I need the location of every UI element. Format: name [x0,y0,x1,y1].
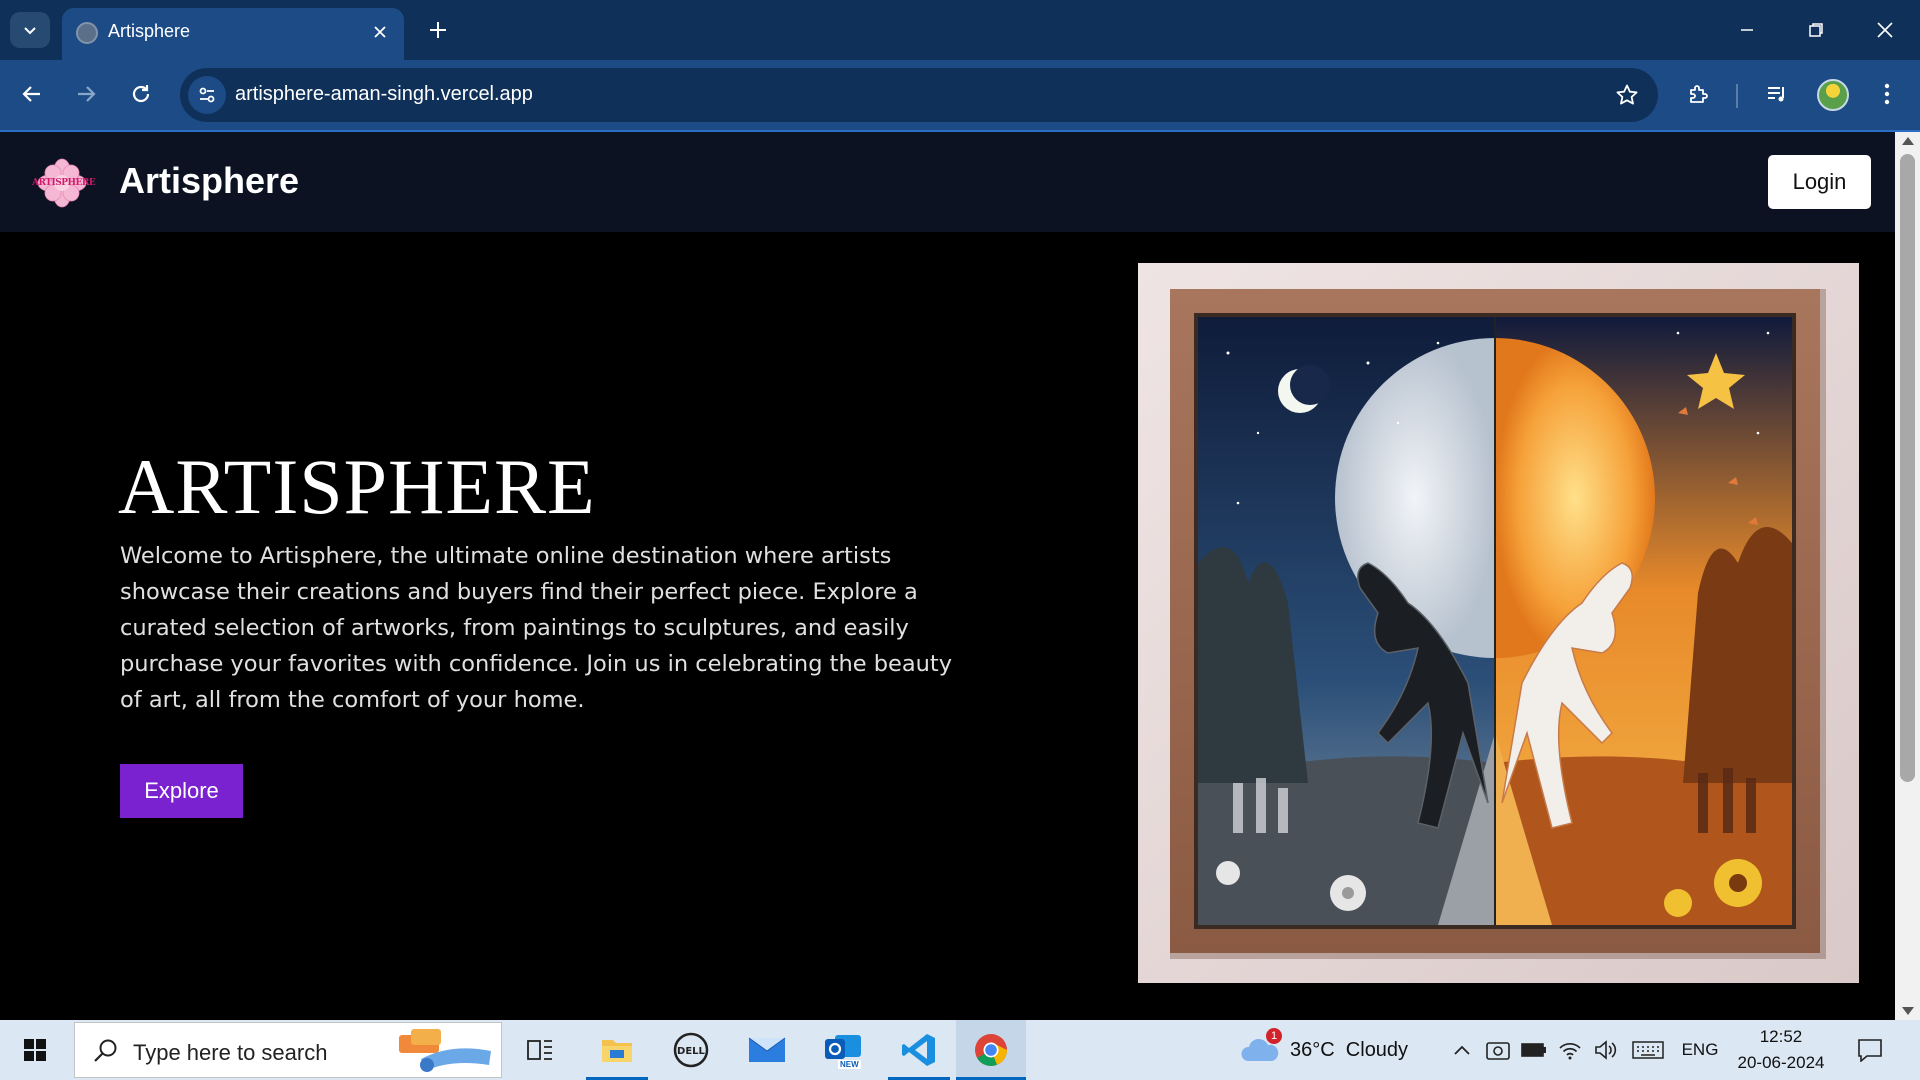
dell-app-button[interactable]: DELL [660,1020,722,1080]
login-button[interactable]: Login [1768,155,1871,209]
arrow-left-icon [22,86,40,102]
new-tab-button[interactable] [422,14,454,46]
puzzle-icon [1690,85,1708,103]
site-info-button[interactable] [188,76,226,114]
chrome-button[interactable] [956,1020,1026,1080]
hero-description: Welcome to Artisphere, the ultimate onli… [120,543,953,713]
speaker-icon [1595,1040,1617,1060]
task-view-button[interactable] [512,1020,568,1080]
site-logo[interactable]: ARTISPHERE [32,158,96,208]
windows-logo-icon [24,1039,46,1061]
close-window-button[interactable] [1860,10,1910,50]
extensions-button[interactable] [1679,74,1719,114]
weather-alert-badge: 1 [1266,1028,1282,1044]
mail-icon [748,1037,786,1062]
clock-time: 12:52 [1759,1027,1803,1046]
vscode-button[interactable] [888,1020,950,1080]
logo-wordmark: ARTISPHERE [32,178,96,188]
tab-artisphere[interactable]: Artisphere [62,8,404,60]
back-button[interactable] [12,74,52,114]
globe-icon [76,22,98,44]
volume-tray-icon[interactable] [1592,1020,1620,1080]
mail-app-button[interactable] [736,1020,798,1080]
weather-text: 36°C Cloudy [1290,1038,1409,1061]
forward-button[interactable] [66,74,106,114]
chrome-icon [975,1034,1007,1066]
tab-search-button[interactable] [10,12,50,48]
star-icon [1616,84,1638,105]
tab-close-button[interactable] [366,18,394,46]
browser-toolbar: artisphere-aman-singh.vercel.app [0,60,1920,132]
battery-tray-icon[interactable] [1520,1020,1548,1080]
outlook-new-button[interactable]: NEW [812,1020,874,1080]
outlook-new-badge: NEW [838,1060,861,1069]
language-indicator[interactable]: ENG [1678,1020,1722,1080]
search-placeholder: Type here to search [133,1040,328,1065]
minimize-icon [1741,29,1753,31]
notification-center-button[interactable] [1848,1020,1892,1080]
notification-icon [1858,1039,1882,1062]
web-page: ARTISPHERE Artisphere Login ARTISPHERE W… [0,132,1895,1020]
show-hidden-icons-button[interactable] [1450,1020,1474,1080]
scroll-thumb[interactable] [1900,154,1915,782]
minimize-button[interactable] [1722,10,1772,50]
scroll-down-arrow-icon[interactable] [1902,1007,1914,1015]
chevron-up-icon [1454,1045,1470,1055]
keyboard-icon [1632,1041,1664,1059]
arrow-right-icon [78,86,96,102]
tune-icon [199,87,215,103]
chevron-down-icon [24,27,36,35]
media-controls-button[interactable] [1757,74,1797,114]
profile-avatar[interactable] [1817,79,1849,111]
clock-date: 20-06-2024 [1737,1053,1825,1072]
windows-taskbar: Type here to search DELL NEW 1 36°C Clou… [0,1020,1920,1080]
site-header: ARTISPHERE Artisphere Login [0,132,1895,232]
restore-icon [1809,23,1823,37]
folder-icon [602,1040,632,1062]
network-tray-icon[interactable] [1556,1020,1584,1080]
start-button[interactable] [0,1020,70,1080]
meet-now-tray-icon[interactable] [1484,1020,1512,1080]
explore-button[interactable]: Explore [120,764,243,818]
reload-button[interactable] [121,74,161,114]
search-icon [94,1039,117,1062]
taskbar-search-box[interactable]: Type here to search [74,1022,502,1078]
toolbar-divider [1736,84,1738,108]
task-view-icon [527,1040,552,1060]
close-icon [374,26,386,38]
browser-tab-strip: Artisphere [0,0,1920,60]
reload-icon [132,85,150,103]
dell-logo-icon: DELL [673,1032,709,1068]
close-icon [1877,22,1893,38]
site-brand-name[interactable]: Artisphere [119,160,299,202]
tab-title: Artisphere [108,21,191,41]
hero-artwork-image [1138,263,1859,983]
playlist-icon [1768,87,1784,102]
svg-text:DELL: DELL [677,1046,706,1057]
url-text: artisphere-aman-singh.vercel.app [235,83,533,105]
battery-icon [1521,1043,1546,1057]
restore-button[interactable] [1791,10,1841,50]
browser-menu-button[interactable] [1867,74,1907,114]
camera-sync-icon [1486,1042,1510,1060]
address-bar[interactable]: artisphere-aman-singh.vercel.app [180,68,1658,122]
language-text: ENG [1681,1040,1719,1059]
search-highlight-illustration-icon [399,1029,491,1072]
wifi-icon [1559,1042,1581,1060]
plus-icon [430,22,446,38]
more-vertical-icon [1884,83,1890,105]
page-scrollbar[interactable] [1895,132,1920,1020]
bookmark-button[interactable] [1614,82,1640,108]
vscode-icon [902,1034,935,1066]
file-explorer-button[interactable] [586,1020,648,1080]
weather-widget[interactable]: 1 36°C Cloudy [1240,1020,1450,1080]
touch-keyboard-tray-icon[interactable] [1630,1020,1666,1080]
taskbar-clock[interactable]: 12:52 20-06-2024 [1736,1024,1826,1076]
scroll-up-arrow-icon[interactable] [1902,137,1914,145]
hero-title: ARTISPHERE [118,443,596,530]
